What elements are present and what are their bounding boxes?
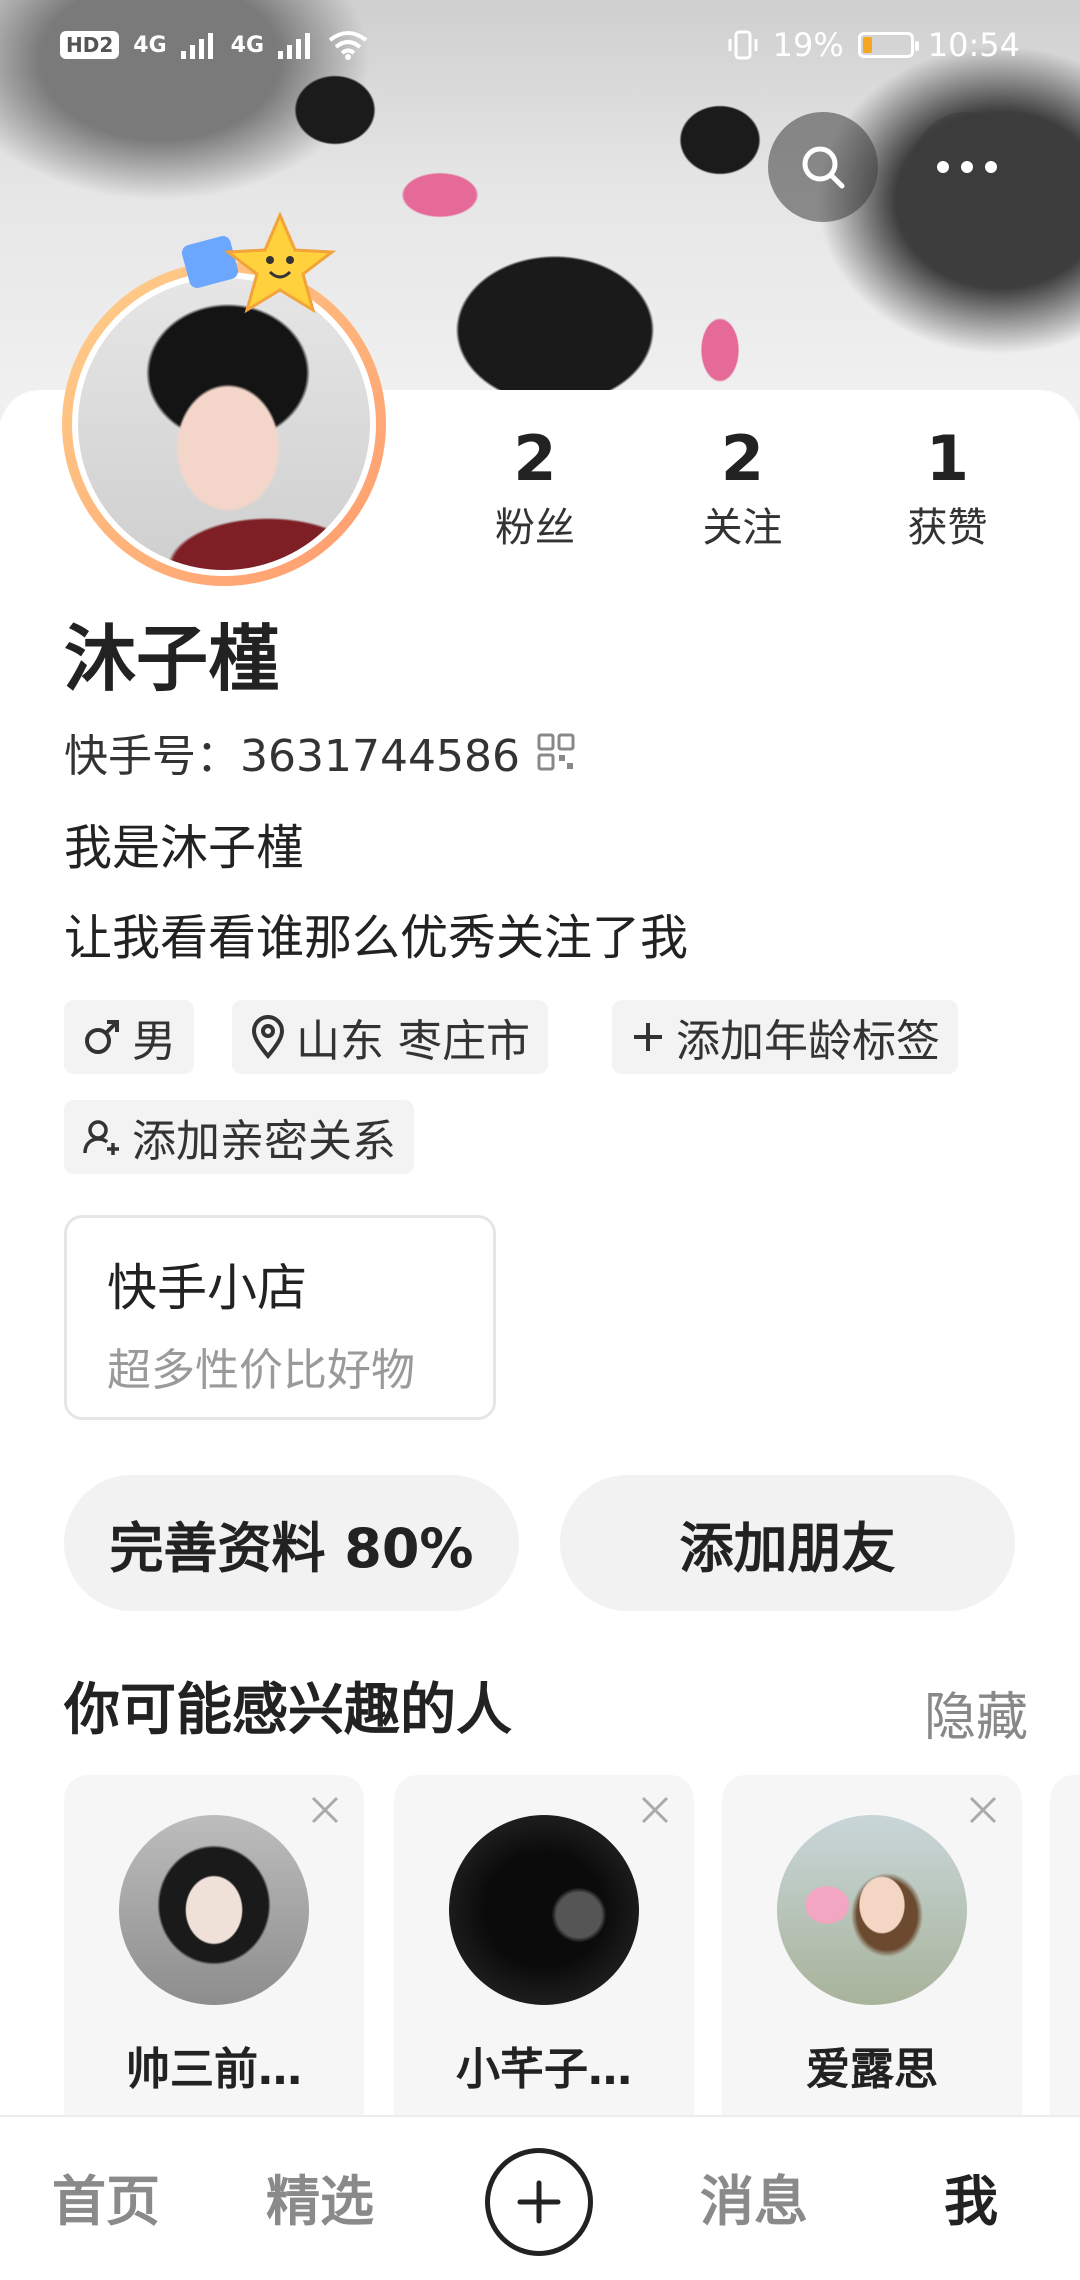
signal-icon [180,33,213,59]
nav-home[interactable]: 首页 [52,2157,160,2236]
followers-count: 2 [513,422,557,495]
nav-messages[interactable]: 消息 [700,2157,808,2236]
close-icon[interactable] [638,1793,672,1827]
wifi-icon [328,31,368,60]
add-age-tag[interactable]: 添加年龄标签 [612,1000,958,1074]
recommend-user-name: 帅三前… [126,2044,302,2095]
nav-featured[interactable]: 精选 [266,2157,374,2236]
recommend-card-partial[interactable] [1050,1775,1080,2115]
add-friend-button[interactable]: 添加朋友 [560,1475,1015,1611]
recommend-title: 你可能感兴趣的人 [64,1678,512,1743]
star-sticker-icon [181,211,337,314]
shop-title: 快手小店 [107,1259,307,1317]
signal-icon [278,33,311,59]
status-left: HD2 4G 4G [60,30,368,60]
recommend-card[interactable]: 爱露思 [722,1775,1022,2115]
plus-icon [517,2180,561,2224]
bio-line-1: 我是沐子槿 [64,820,305,876]
battery-icon [857,32,919,58]
likes-count: 1 [925,422,970,495]
likes-label: 获赞 [907,505,988,552]
signal-4g-2: 4G [230,32,265,58]
hide-recommend-link[interactable]: 隐藏 [924,1675,1028,1750]
clock: 10:54 [927,26,1020,64]
status-bar: HD2 4G 4G 19% 10:54 [0,0,1080,90]
qr-code-icon[interactable] [536,732,576,772]
profile-name: 沐子槿 [64,617,281,701]
followers-label: 粉丝 [494,505,575,552]
kuaishou-id-row[interactable]: 快手号：3631744586 [64,720,576,784]
shop-subtitle: 超多性价比好物 [107,1345,415,1396]
gender-label: 男 [132,1016,176,1067]
avatar [449,1815,639,2005]
hd-badge: HD2 [60,31,120,59]
recommend-card[interactable]: 帅三前… [64,1775,364,2115]
recommend-user-name: 爱露思 [806,2044,938,2095]
avatar [119,1815,309,2005]
add-relation-tag[interactable]: 添加亲密关系 [64,1100,414,1174]
more-icon [937,161,997,173]
profile-stats: 2 粉丝 2 关注 1 获赞 [430,422,1050,553]
bio-line-2: 让我看看谁那么优秀关注了我 [64,910,689,966]
kuaishou-id: 快手号：3631744586 [64,731,520,782]
add-relation-label: 添加亲密关系 [132,1116,396,1167]
stat-likes[interactable]: 1 获赞 [845,422,1050,553]
recommend-user-name: 小芊子… [456,2044,632,2095]
avatar [777,1815,967,2005]
battery-percent: 19% [772,26,844,64]
vibrate-icon [728,30,758,60]
stat-following[interactable]: 2 关注 [640,422,845,553]
nav-me[interactable]: 我 [944,2157,998,2236]
close-icon[interactable] [308,1793,342,1827]
recommend-card[interactable]: 小芊子… [394,1775,694,2115]
male-icon [85,1020,119,1054]
plus-icon [634,1023,662,1051]
search-button[interactable] [768,112,878,222]
following-label: 关注 [702,505,783,552]
create-button[interactable] [485,2148,593,2256]
search-icon [802,146,845,189]
location-pin-icon [251,1015,285,1059]
recommend-cards: 帅三前… 小芊子… 爱露思 [64,1775,1080,2115]
location-tag[interactable]: 山东 枣庄市 [232,1000,548,1074]
gender-tag[interactable]: 男 [64,1000,194,1074]
status-right: 19% 10:54 [727,26,1020,64]
signal-4g-1: 4G [133,32,167,58]
complete-profile-button[interactable]: 完善资料 80% [64,1475,519,1611]
location-label: 山东 枣庄市 [296,1016,530,1067]
kuaishou-shop-card[interactable]: 快手小店 超多性价比好物 [64,1215,496,1420]
more-button[interactable] [912,112,1022,222]
stat-followers[interactable]: 2 粉丝 [430,422,640,553]
add-person-icon [83,1120,119,1155]
battery-fill [862,37,873,53]
close-icon[interactable] [966,1793,1000,1827]
add-age-label: 添加年龄标签 [676,1016,940,1067]
following-count: 2 [720,422,765,495]
